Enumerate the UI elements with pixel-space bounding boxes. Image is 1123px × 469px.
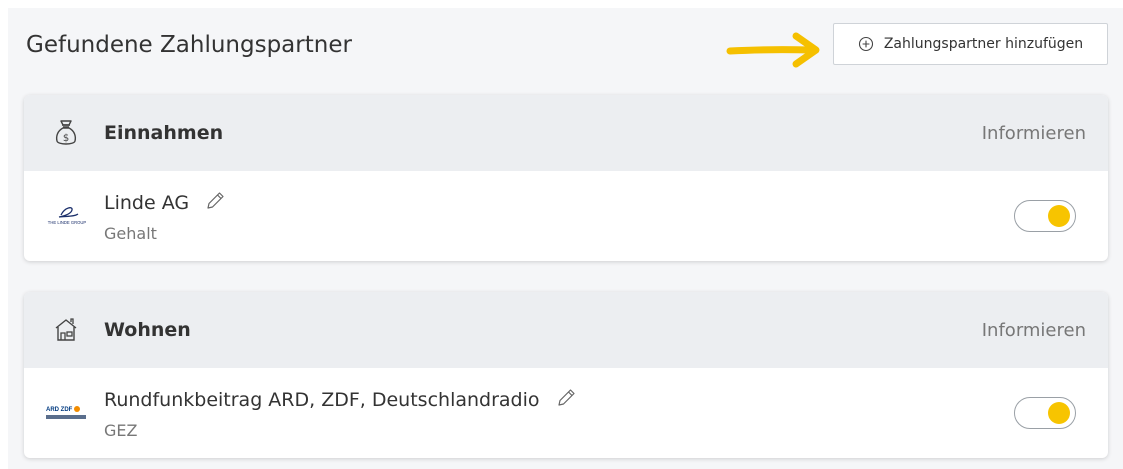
svg-text:$: $ (63, 133, 69, 144)
page-title: Gefundene Zahlungspartner (26, 32, 352, 58)
arrow-pointer-icon (726, 32, 820, 68)
partner-row: ARD ZDF Rundfunkbeitrag ARD, ZDF, Deutsc… (24, 368, 1108, 458)
add-button-label: Zahlungspartner hinzufügen (883, 36, 1084, 52)
inform-link[interactable]: Informieren (982, 320, 1086, 341)
partner-toggle[interactable] (1014, 200, 1076, 232)
add-payment-partner-button[interactable]: Zahlungspartner hinzufügen (833, 23, 1108, 65)
toggle-knob (1048, 402, 1070, 424)
partner-name-line: Rundfunkbeitrag ARD, ZDF, Deutschlandrad… (104, 388, 576, 411)
category-title: Wohnen (104, 319, 191, 341)
category-card-einnahmen: $ Einnahmen Informieren THE LINDE GROUP … (24, 95, 1108, 261)
partner-subtitle: GEZ (104, 421, 138, 440)
partner-name: Linde AG (104, 192, 190, 214)
ard-zdf-logo: ARD ZDF (46, 406, 86, 419)
linde-group-logo: THE LINDE GROUP (48, 207, 87, 225)
content-panel: Gefundene Zahlungspartner Zahlungspartne… (8, 8, 1123, 469)
pencil-icon[interactable] (205, 191, 225, 211)
house-icon (55, 318, 77, 341)
toggle-knob (1048, 205, 1070, 227)
partner-subtitle: Gehalt (104, 224, 157, 243)
partner-name: Rundfunkbeitrag ARD, ZDF, Deutschlandrad… (104, 389, 540, 411)
svg-text:THE LINDE GROUP: THE LINDE GROUP (48, 220, 87, 225)
circle-plus-icon (858, 36, 873, 52)
partner-row: THE LINDE GROUP Linde AG Gehalt (24, 171, 1108, 261)
category-title: Einnahmen (104, 122, 224, 144)
svg-text:ARD ZDF: ARD ZDF (46, 407, 73, 413)
inform-link[interactable]: Informieren (982, 123, 1086, 144)
pencil-icon[interactable] (556, 388, 576, 408)
partner-toggle[interactable] (1014, 397, 1076, 429)
money-bag-icon: $ (55, 120, 77, 145)
category-card-wohnen: Wohnen Informieren ARD ZDF Rundfunkbeitr… (24, 292, 1108, 458)
partner-name-line: Linde AG (104, 191, 225, 214)
category-header: Wohnen Informieren (24, 292, 1108, 368)
category-header: $ Einnahmen Informieren (24, 95, 1108, 171)
